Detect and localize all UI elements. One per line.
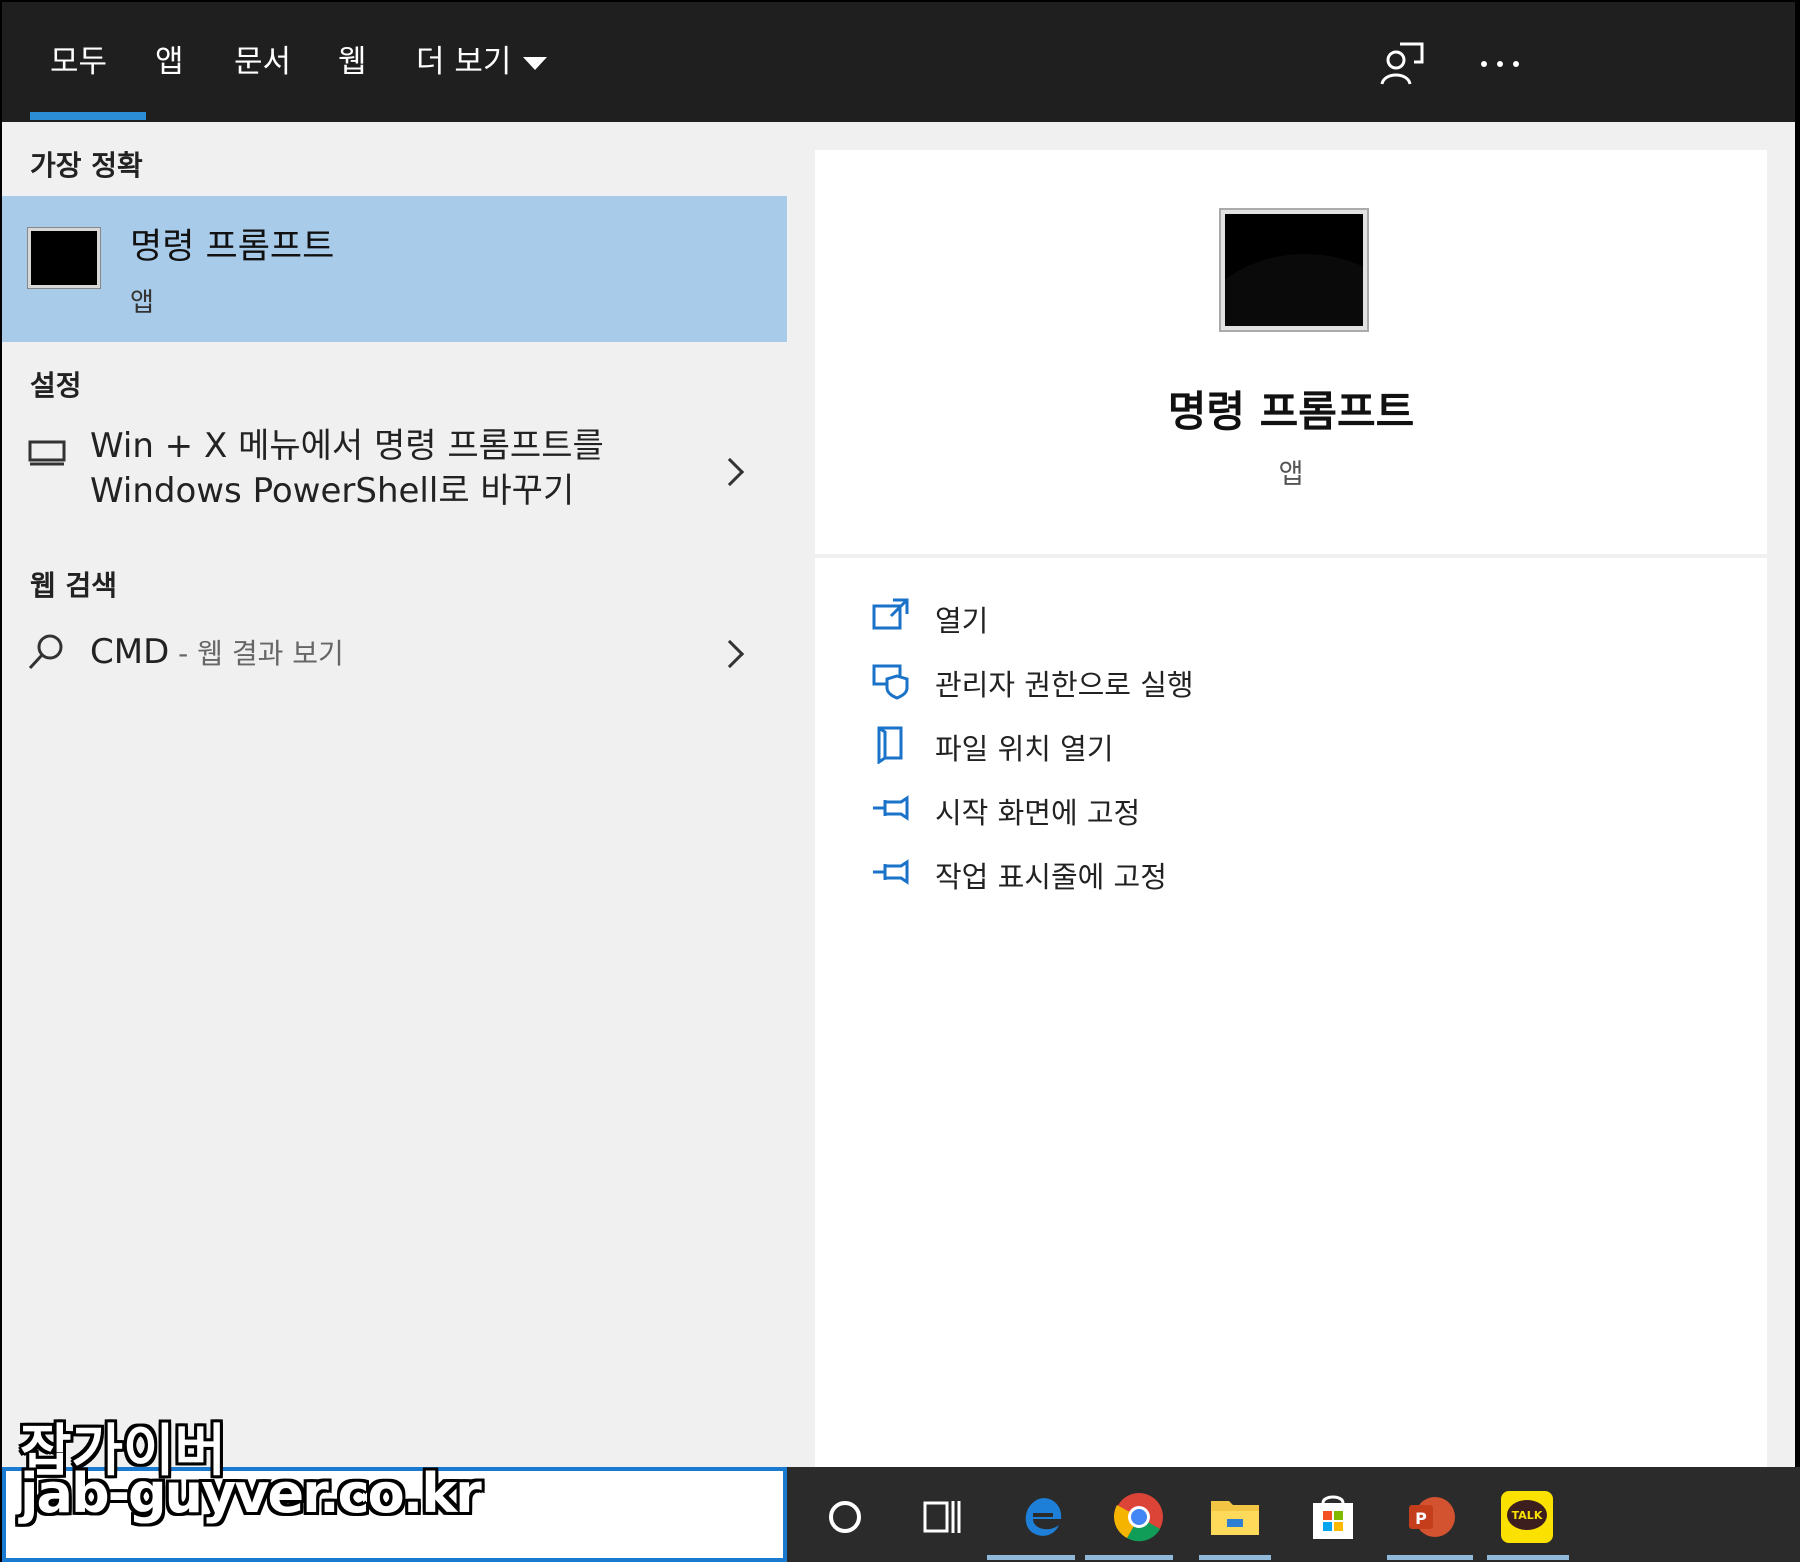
web-search-heading: 웹 검색: [30, 569, 118, 602]
results-list: 가장 정확 명령 프롬프트 앱 설정 Win + X 메뉴에서 명령 프롬프트를…: [2, 122, 787, 1467]
chrome-icon[interactable]: [1111, 1489, 1167, 1545]
settings-result-item[interactable]: Win + X 메뉴에서 명령 프롬프트를 Windows PowerShell…: [2, 422, 787, 532]
web-query: CMD: [90, 632, 170, 672]
preview-title: 명령 프롬프트: [1167, 387, 1415, 436]
search-window: 모두 앱 문서 웹 더 보기 가장 정확 명령 프롬프트 앱 설정 Win + …: [0, 0, 1800, 1562]
preview-pane: 명령 프롬프트 앱 열기 관리자 권한으로 실행 파일 위치 열기 시작 화면에…: [787, 122, 1795, 1467]
powerpoint-icon[interactable]: P: [1403, 1489, 1459, 1545]
command-prompt-large-icon: [1221, 210, 1367, 330]
active-app-indicator: [987, 1555, 1075, 1560]
active-tab-indicator: [30, 112, 146, 120]
kakaotalk-icon[interactable]: TALK: [1499, 1489, 1555, 1545]
chevron-right-icon: [715, 639, 745, 669]
pin-icon: [873, 859, 909, 885]
actions-card: 열기 관리자 권한으로 실행 파일 위치 열기 시작 화면에 고정 작업 표시줄…: [815, 558, 1767, 1467]
svg-text:P: P: [1415, 1509, 1427, 1528]
action-run-as-admin-label: 관리자 권한으로 실행: [935, 668, 1194, 702]
edge-icon[interactable]: [1015, 1489, 1071, 1545]
action-open-label: 열기: [935, 604, 989, 638]
tab-all[interactable]: 모두: [50, 40, 107, 84]
active-app-indicator: [1199, 1555, 1271, 1560]
best-match-heading: 가장 정확: [30, 149, 143, 182]
action-pin-to-start-label: 시작 화면에 고정: [935, 796, 1141, 830]
pin-icon: [873, 795, 909, 821]
file-location-icon: [877, 726, 903, 764]
feedback-icon[interactable]: [1376, 40, 1424, 88]
action-pin-to-taskbar-label: 작업 표시줄에 고정: [935, 860, 1167, 894]
store-icon[interactable]: [1305, 1489, 1361, 1545]
tab-web[interactable]: 웹: [338, 40, 367, 84]
file-explorer-icon[interactable]: [1207, 1489, 1263, 1545]
settings-result-line1: Win + X 메뉴에서 명령 프롬프트를: [90, 426, 604, 466]
caret-down-icon: [523, 57, 548, 70]
active-app-indicator: [1085, 1555, 1173, 1560]
action-open-file-location-label: 파일 위치 열기: [935, 732, 1114, 766]
search-icon: [28, 634, 63, 670]
more-options-icon[interactable]: [1476, 40, 1524, 88]
tab-more[interactable]: 더 보기: [416, 40, 548, 84]
best-match-subtitle: 앱: [130, 288, 154, 318]
web-result-suffix: - 웹 결과 보기: [169, 637, 344, 670]
best-match-item[interactable]: 명령 프롬프트 앱: [2, 196, 787, 342]
best-match-title: 명령 프롬프트: [130, 227, 335, 267]
cortana-icon[interactable]: [817, 1489, 873, 1545]
command-prompt-icon: [28, 228, 100, 288]
settings-heading: 설정: [30, 369, 82, 402]
chevron-right-icon: [715, 457, 745, 487]
web-result-item[interactable]: CMD - 웹 결과 보기: [2, 620, 787, 690]
tab-apps[interactable]: 앱: [155, 40, 184, 84]
watermark-url: jab-guyver.co.kr: [20, 1462, 482, 1525]
web-result-text: CMD - 웹 결과 보기: [90, 630, 344, 676]
tab-documents[interactable]: 문서: [234, 40, 291, 84]
admin-shield-icon: [872, 664, 909, 700]
monitor-icon: [28, 440, 66, 466]
taskbar: P TALK: [787, 1467, 1800, 1562]
search-scope-bar: 모두 앱 문서 웹 더 보기: [2, 2, 1795, 122]
tab-more-label: 더 보기: [416, 44, 512, 80]
preview-card: 명령 프롬프트 앱: [815, 150, 1767, 554]
active-app-indicator: [1387, 1555, 1473, 1560]
task-view-icon[interactable]: [915, 1489, 971, 1545]
kakaotalk-label: TALK: [1512, 1509, 1543, 1522]
active-app-indicator: [1487, 1555, 1569, 1560]
settings-result-line2: Windows PowerShell로 바꾸기: [90, 471, 575, 511]
icon-gloss: [1225, 254, 1363, 326]
preview-subtitle: 앱: [1278, 459, 1304, 490]
open-icon: [872, 598, 909, 630]
